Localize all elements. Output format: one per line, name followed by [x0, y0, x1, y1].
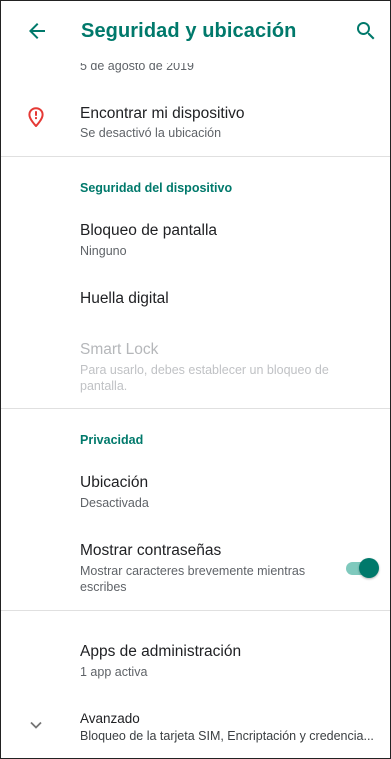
show-passwords-title: Mostrar contraseñas [80, 542, 222, 559]
toggle-thumb [359, 558, 379, 578]
location-subtitle: Desactivada [80, 496, 149, 510]
find-my-device-item[interactable]: Encontrar mi dispositivo Se desactivó la… [1, 91, 390, 151]
divider [1, 610, 390, 611]
app-bar: Seguridad y ubicación [1, 1, 390, 63]
find-my-device-subtitle: Se desactivó la ubicación [80, 126, 222, 140]
advanced-item[interactable]: Avanzado Bloqueo de la tarjeta SIM, Encr… [1, 701, 390, 751]
show-passwords-subtitle: Mostrar caracteres brevemente mientras e… [80, 564, 306, 594]
smart-lock-title: Smart Lock [80, 341, 159, 358]
show-passwords-item[interactable]: Mostrar contraseñas Mostrar caracteres b… [1, 531, 390, 603]
screen-lock-subtitle: Ninguno [80, 244, 127, 258]
admin-apps-title: Apps de administración [80, 643, 242, 660]
section-header-device-security: Seguridad del dispositivo [80, 181, 233, 195]
divider [1, 408, 390, 409]
arrow-left-icon[interactable] [25, 19, 49, 43]
fingerprint-item[interactable]: Huella digital [1, 273, 390, 325]
admin-apps-subtitle: 1 app activa [80, 665, 148, 679]
divider [1, 156, 390, 157]
location-title: Ubicación [80, 474, 149, 491]
page-title: Seguridad y ubicación [81, 20, 297, 42]
chevron-down-icon [26, 715, 46, 740]
search-icon[interactable] [354, 19, 378, 43]
find-my-device-title: Encontrar mi dispositivo [80, 105, 245, 122]
smart-lock-item: Smart Lock Para usarlo, debes establecer… [1, 331, 390, 399]
screen-lock-title: Bloqueo de pantalla [80, 222, 218, 239]
location-alert-icon [28, 107, 44, 132]
section-header-privacy: Privacidad [80, 433, 144, 447]
advanced-subtitle: Bloqueo de la tarjeta SIM, Encriptación … [80, 729, 374, 743]
admin-apps-item[interactable]: Apps de administración 1 app activa [1, 629, 390, 691]
fingerprint-title: Huella digital [80, 290, 169, 307]
screen-lock-item[interactable]: Bloqueo de pantalla Ninguno [1, 207, 390, 271]
smart-lock-subtitle: Para usarlo, debes establecer un bloqueo… [80, 363, 329, 393]
location-item[interactable]: Ubicación Desactivada [1, 459, 390, 523]
settings-screen: 5 de agosto de 2019 Seguridad y ubicació… [0, 0, 391, 759]
advanced-title: Avanzado [80, 711, 140, 726]
show-passwords-toggle[interactable] [344, 557, 380, 579]
